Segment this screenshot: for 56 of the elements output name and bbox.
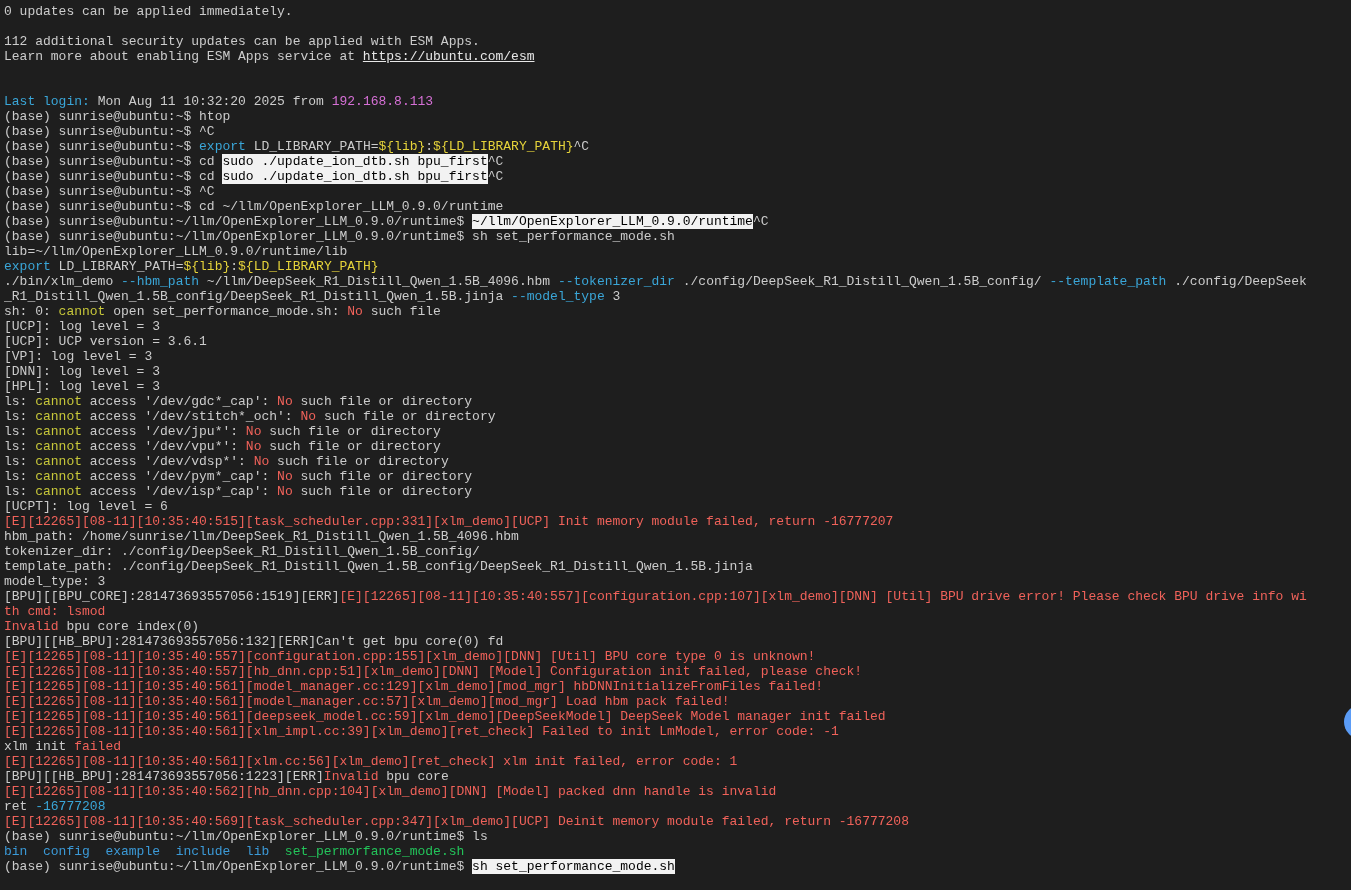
- terminal-line: _R1_Distill_Qwen_1.5B_config/DeepSeek_R1_Distill_Qwen_1.5B.jinja --model_type 3: [4, 289, 621, 304]
- terminal-line: (base) sunrise@ubuntu:~/llm/OpenExplorer_LLM_0.9.0/runtime$ sh set_performance_mode.sh: [4, 229, 675, 244]
- terminal-line: (base) sunrise@ubuntu:~/llm/OpenExplorer_LLM_0.9.0/runtime$ ls: [4, 829, 488, 844]
- terminal-line: (base) sunrise@ubuntu:~/llm/OpenExplorer_LLM_0.9.0/runtime$ sh set_performance_mode.sh: [4, 859, 675, 874]
- terminal-line: [E][12265][08-11][10:35:40:561][model_manager.cc:57][xlm_demo][mod_mgr] Load hbm pack failed!: [4, 694, 730, 709]
- terminal-line: ls: cannot access '/dev/gdc*_cap': No such file or directory: [4, 394, 473, 409]
- terminal-line: [UCP]: log level = 3: [4, 319, 161, 334]
- terminal-line: [VP]: log level = 3: [4, 349, 153, 364]
- terminal-line: th cmd: lsmod: [4, 604, 106, 619]
- terminal-line: ls: cannot access '/dev/stitch*_och': No such file or directory: [4, 409, 496, 424]
- terminal-line: [E][12265][08-11][10:35:40:557][configuration.cpp:155][xlm_demo][DNN] [Util] BPU core type 0 is unknown!: [4, 649, 816, 664]
- terminal-line: [HPL]: log level = 3: [4, 379, 161, 394]
- terminal-line: hbm_path: /home/sunrise/llm/DeepSeek_R1_Distill_Qwen_1.5B_4096.hbm: [4, 529, 519, 544]
- terminal-line: [E][12265][08-11][10:35:40:562][hb_dnn.cpp:104][xlm_demo][DNN] [Model] packed dnn handle is invalid: [4, 784, 777, 799]
- terminal-line: (base) sunrise@ubuntu:~$ export LD_LIBRARY_PATH=${lib}:${LD_LIBRARY_PATH}^C: [4, 139, 590, 154]
- terminal-line: (base) sunrise@ubuntu:~$ cd sudo ./update_ion_dtb.sh bpu_first^C: [4, 169, 504, 184]
- terminal-line: [BPU][[HB_BPU]:281473693557056:1223][ERR]Invalid bpu core: [4, 769, 449, 784]
- terminal-line: [E][12265][08-11][10:35:40:561][xlm_impl.cc:39][xlm_demo][ret_check] Failed to init LmModel, error code: -1: [4, 724, 839, 739]
- terminal-line: ls: cannot access '/dev/isp*_cap': No such file or directory: [4, 484, 473, 499]
- terminal-line: 0 updates can be applied immediately.: [4, 4, 293, 19]
- terminal-line: (base) sunrise@ubuntu:~$ ^C: [4, 124, 215, 139]
- terminal-line: ls: cannot access '/dev/vdsp*': No such file or directory: [4, 454, 449, 469]
- terminal-line: sh: 0: cannot open set_performance_mode.sh: No such file: [4, 304, 441, 319]
- terminal-line: ls: cannot access '/dev/jpu*': No such file or directory: [4, 424, 441, 439]
- terminal-line: (base) sunrise@ubuntu:~/llm/OpenExplorer_LLM_0.9.0/runtime$ ~/llm/OpenExplorer_LLM_0.9.0/runtime^C: [4, 214, 769, 229]
- link[interactable]: https://ubuntu.com/esm: [362, 49, 535, 64]
- terminal-line: Invalid bpu core index(0): [4, 619, 200, 634]
- terminal-line: model_type: 3: [4, 574, 106, 589]
- terminal-line: [E][12265][08-11][10:35:40:557][hb_dnn.cpp:51][xlm_demo][DNN] [Model] Configuration init failed, please check!: [4, 664, 863, 679]
- terminal-line: [E][12265][08-11][10:35:40:561][model_manager.cc:129][xlm_demo][mod_mgr] hbDNNInitializeFromFiles failed!: [4, 679, 824, 694]
- terminal-line: ./bin/xlm_demo --hbm_path ~/llm/DeepSeek_R1_Distill_Qwen_1.5B_4096.hbm --tokenizer_dir ./config/DeepSeek_R1_Distill_Qwen_1.5B_config/ --template_path ./config/DeepSeek: [4, 274, 1307, 289]
- terminal-line: export LD_LIBRARY_PATH=${lib}:${LD_LIBRARY_PATH}: [4, 259, 379, 274]
- terminal-line: lib=~/llm/OpenExplorer_LLM_0.9.0/runtime/lib: [4, 244, 348, 259]
- terminal-line: ret -16777208: [4, 799, 106, 814]
- terminal-line: template_path: ./config/DeepSeek_R1_Distill_Qwen_1.5B_config/DeepSeek_R1_Distill_Qwen_1.5B.jinja: [4, 559, 753, 574]
- terminal-line: [E][12265][08-11][10:35:40:569][task_scheduler.cpp:347][xlm_demo][UCP] Deinit memory module failed, return -16777208: [4, 814, 909, 829]
- terminal-line: Last login: Mon Aug 11 10:32:20 2025 from 192.168.8.113: [4, 94, 434, 109]
- terminal-line: [UCP]: UCP version = 3.6.1: [4, 334, 207, 349]
- terminal-line: 112 additional security updates can be applied with ESM Apps.: [4, 34, 480, 49]
- terminal-line: (base) sunrise@ubuntu:~$ cd sudo ./update_ion_dtb.sh bpu_first^C: [4, 154, 504, 169]
- terminal-line: [E][12265][08-11][10:35:40:515][task_scheduler.cpp:331][xlm_demo][UCP] Init memory module failed, return -16777207: [4, 514, 894, 529]
- terminal-line: ls: cannot access '/dev/vpu*': No such file or directory: [4, 439, 441, 454]
- terminal-line: [DNN]: log level = 3: [4, 364, 161, 379]
- terminal-line: [E][12265][08-11][10:35:40:561][xlm.cc:56][xlm_demo][ret_check] xlm init failed, error code: 1: [4, 754, 738, 769]
- terminal-line: (base) sunrise@ubuntu:~$ ^C: [4, 184, 215, 199]
- terminal-line: Learn more about enabling ESM Apps service at https://ubuntu.com/esm: [4, 49, 535, 64]
- terminal-line: bin config example include lib set_permorfance_mode.sh: [4, 844, 465, 859]
- terminal-line: tokenizer_dir: ./config/DeepSeek_R1_Distill_Qwen_1.5B_config/: [4, 544, 480, 559]
- terminal-line: [BPU][[BPU_CORE]:281473693557056:1519][ERR][E][12265][08-11][10:35:40:557][configuration.cpp:107][xlm_demo][DNN] [Util] BPU drive error! Please check BPU drive info wi: [4, 589, 1307, 604]
- terminal-line: xlm init failed: [4, 739, 122, 754]
- terminal-line: [UCPT]: log level = 6: [4, 499, 168, 514]
- terminal-line: [BPU][[HB_BPU]:281473693557056:132][ERR]Can't get bpu core(0) fd: [4, 634, 504, 649]
- terminal-line: [E][12265][08-11][10:35:40:561][deepseek_model.cc:59][xlm_demo][DeepSeekModel] DeepSeek Model manager init failed: [4, 709, 886, 724]
- terminal-line: ls: cannot access '/dev/pym*_cap': No such file or directory: [4, 469, 473, 484]
- terminal-line: (base) sunrise@ubuntu:~$ cd ~/llm/OpenExplorer_LLM_0.9.0/runtime: [4, 199, 504, 214]
- terminal-line: (base) sunrise@ubuntu:~$ htop: [4, 109, 231, 124]
